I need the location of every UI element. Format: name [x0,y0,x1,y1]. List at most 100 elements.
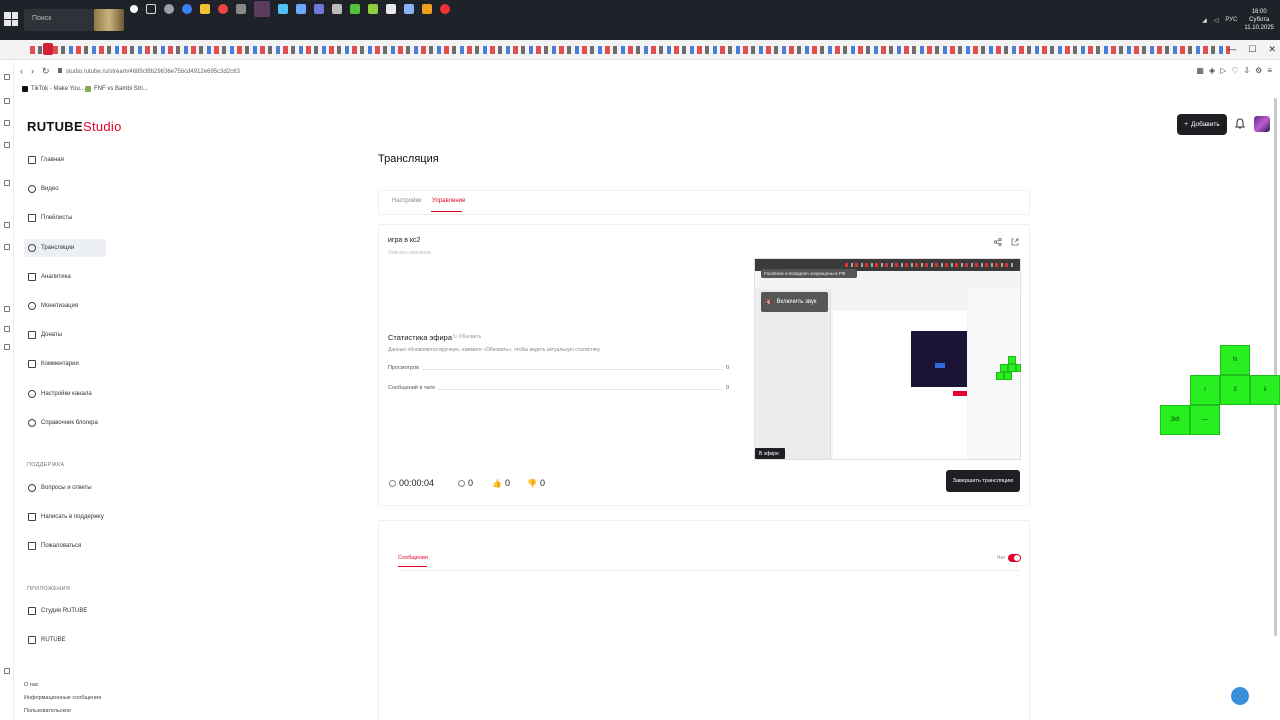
sidebar-app-icon[interactable] [4,180,10,186]
sidebar-app-icon[interactable] [4,120,10,126]
sidebar-app-icon[interactable] [4,74,10,80]
app-icon[interactable] [236,4,246,14]
sidebar-app-icon[interactable] [4,222,10,228]
active-app-icon[interactable] [254,1,270,17]
pinned-tabs[interactable] [30,46,1230,54]
sidebar-item-label: Вопросы и ответы [41,485,92,491]
app-icon[interactable] [296,4,306,14]
viewers-metric: 0 [458,478,473,488]
sidebar-app-icon[interactable] [4,326,10,332]
unmute-button[interactable]: 🔇 Включить звук [761,292,828,312]
sidebar-item-home[interactable]: Главная [24,151,106,169]
tab-messages[interactable]: Сообщения [398,555,428,561]
app-icon[interactable] [404,4,414,14]
footer-user-link[interactable]: Пользовательское [24,708,71,714]
tab-settings[interactable]: Настройки [392,198,421,204]
info-icon [28,418,36,427]
favorite-icon[interactable]: ♡ [1231,66,1238,75]
app-icon[interactable] [386,4,396,14]
app-icon[interactable] [422,4,432,14]
sidebar-app-icon[interactable] [4,142,10,148]
taskview-icon[interactable] [146,4,156,14]
share-icon[interactable] [994,238,1002,246]
preview-sidebar [755,289,831,459]
sidebar-item-analytics[interactable]: Аналитика [24,268,106,286]
app-icon[interactable] [332,4,342,14]
taskbar-clock[interactable]: 16:00 Cубота 11.10.2025 [1244,8,1274,32]
menu-icon[interactable]: ≡ [1267,66,1272,75]
sidebar-app-icon[interactable] [4,306,10,312]
sidebar-item-comments[interactable]: Комментарии [24,355,106,373]
language-indicator[interactable]: РУС [1225,17,1237,23]
plus-icon: + [1184,121,1189,128]
maximize-icon[interactable]: ☐ [1248,44,1256,55]
active-tab-icon[interactable] [43,43,53,55]
sidebar-item-video[interactable]: Видео [24,180,106,198]
bookmark-tiktok[interactable]: TikTok - Make You... [22,86,85,92]
app-icon[interactable] [164,4,174,14]
sidebar-item-studio-app[interactable]: Студия RUTUBE [24,602,106,620]
clock-date: 11.10.2025 [1244,25,1274,31]
footer-info-link[interactable]: Информационные сообщения [24,695,101,701]
url-field[interactable]: studio.rutube.ru/stream/4689cf8b29636e75… [58,68,240,75]
bookmark-fnf[interactable]: FNF vs Bambi Stri... [85,86,148,92]
download-icon[interactable]: ⇩ [1243,66,1250,75]
page-scrollbar[interactable] [1274,98,1277,636]
tab-management[interactable]: Управление [432,198,465,204]
circle-app-icon[interactable] [130,5,138,13]
forward-icon[interactable]: › [31,66,34,77]
add-button[interactable]: + Добавить [1177,114,1227,135]
sidebar-app-icon[interactable] [4,244,10,250]
footer-about-link[interactable]: О нас [24,682,39,688]
viewers-value: 0 [468,478,474,488]
sidebar-item-playlists[interactable]: Плейлисты [24,209,106,227]
app-icon[interactable] [314,4,324,14]
app-icon[interactable] [350,4,360,14]
back-icon[interactable]: ‹ [20,66,23,77]
donate-icon [28,331,36,340]
sidebar-item-faq[interactable]: Вопросы и ответы [24,479,106,497]
preview-dialog [911,331,967,387]
app-icon[interactable] [278,4,288,14]
stream-description[interactable]: Описать описание... [388,250,435,256]
sidebar-item-report[interactable]: Пожаловаться [24,537,106,555]
sidebar-app-icon[interactable] [4,344,10,350]
shield-icon[interactable]: ◈ [1209,66,1215,75]
close-icon[interactable]: ✕ [1268,44,1276,55]
search-highlight-image [94,9,124,31]
external-link-icon[interactable] [1011,238,1019,246]
refresh-button[interactable]: ↻ Обновить [453,334,481,340]
sidebar-app-icon[interactable] [4,668,10,674]
sidebar-item-broadcasts[interactable]: Трансляции [24,238,106,257]
settings-icon[interactable]: ⚙ [1255,66,1262,75]
sidebar-item-label: Аналитика [41,273,71,280]
minimize-icon[interactable]: — [1227,44,1236,55]
end-stream-button[interactable]: Завершить трансляцию [946,470,1020,492]
chat-toggle[interactable] [1008,554,1021,562]
network-icon[interactable]: ◢ [1202,17,1207,24]
volume-icon[interactable]: ◁ [1214,17,1219,24]
sidebar-app-icon[interactable] [4,98,10,104]
sidebar-item-channel-settings[interactable]: Настройки канала [24,385,106,403]
rutube-studio-logo[interactable]: RUTUBEStudio [27,119,122,134]
sidebar-item-monetization[interactable]: Монетизация [24,297,106,315]
grid-icon[interactable]: ▦ [1196,66,1204,75]
reload-icon[interactable]: ↻ [42,66,50,77]
edge-browser-icon[interactable] [182,4,192,14]
bell-icon[interactable] [1235,118,1245,130]
thumbs-down-icon: 👎 [527,478,537,488]
stream-preview[interactable]: Facebook и Instagram запрещены в РФ [754,258,1021,460]
sidebar-item-rutube-app[interactable]: RUTUBE [24,631,106,649]
chrome-icon[interactable] [218,4,228,14]
sidebar-item-donations[interactable]: Донаты [24,326,106,344]
sidebar-item-contact-support[interactable]: Написать в поддержку [24,508,106,526]
help-chat-button[interactable] [1231,687,1249,705]
sidebar-item-blogger-guide[interactable]: Справочник блогера [24,414,106,432]
app-icon[interactable] [440,4,450,14]
play-icon[interactable]: ▷ [1220,66,1226,75]
avatar[interactable] [1254,116,1270,132]
app-icon[interactable] [368,4,378,14]
overlay-block: Зkll [1160,405,1190,435]
file-explorer-icon[interactable] [200,4,210,14]
windows-start-icon[interactable] [4,12,18,26]
